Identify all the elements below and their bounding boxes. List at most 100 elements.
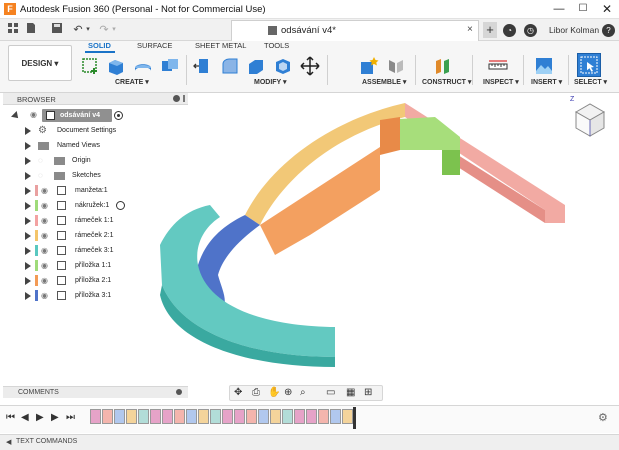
tab-sheet-metal[interactable]: SHEET METAL <box>195 41 246 52</box>
create-menu[interactable]: CREATE ▾ <box>115 78 149 86</box>
pan-icon[interactable]: ✋ <box>268 387 280 398</box>
timeline-feature-icon[interactable] <box>234 409 245 424</box>
visibility-eye-icon[interactable]: ◉ <box>41 291 48 300</box>
visibility-eye-icon[interactable]: ◉ <box>41 231 48 240</box>
expand-root-icon[interactable] <box>11 111 21 121</box>
visibility-eye-icon[interactable]: ◉ <box>41 261 48 270</box>
model-priloska2-end[interactable] <box>380 117 400 155</box>
timeline-feature-icon[interactable] <box>294 409 305 424</box>
expand-icon[interactable] <box>25 172 31 180</box>
expand-icon[interactable] <box>25 142 31 150</box>
model-priloska2[interactable] <box>260 147 380 255</box>
zoom-window-icon[interactable]: ⌕ <box>300 387 306 398</box>
select-menu[interactable]: SELECT ▾ <box>574 78 607 86</box>
timeline-end-icon[interactable]: ⏭ <box>66 412 75 423</box>
save-icon[interactable] <box>50 22 64 38</box>
joint-icon[interactable] <box>386 56 406 76</box>
visibility-eye-icon[interactable]: ◉ <box>41 186 48 195</box>
timeline-feature-icon[interactable] <box>102 409 113 424</box>
timeline-feature-icon[interactable] <box>246 409 257 424</box>
viewport-3d-model[interactable] <box>150 95 570 380</box>
timeline-marker[interactable] <box>353 407 356 429</box>
display-settings-icon[interactable]: ▭ <box>326 387 335 398</box>
visibility-hidden-icon[interactable]: ◌ <box>38 156 43 165</box>
text-commands-expand-icon[interactable]: ◀ <box>6 438 11 446</box>
create-sketch-icon[interactable] <box>80 56 100 76</box>
data-panel-icon[interactable] <box>6 22 20 38</box>
timeline-feature-icon[interactable] <box>318 409 329 424</box>
visibility-eye-icon[interactable]: ◉ <box>30 110 37 119</box>
close-button[interactable]: ✕ <box>596 0 618 18</box>
press-pull-icon[interactable] <box>193 56 213 76</box>
expand-icon[interactable] <box>25 127 31 135</box>
timeline-feature-icon[interactable] <box>222 409 233 424</box>
extrude-icon[interactable] <box>106 56 126 76</box>
expand-icon[interactable] <box>25 217 31 225</box>
timeline-forward-icon[interactable]: ▶ <box>51 412 59 423</box>
model-nakruzek-side[interactable] <box>442 150 460 175</box>
minimize-button[interactable]: — <box>548 0 570 18</box>
add-comment-icon[interactable] <box>176 389 182 395</box>
viewports-icon[interactable]: ⊞ <box>364 387 372 398</box>
timeline-feature-icon[interactable] <box>90 409 101 424</box>
expand-icon[interactable] <box>25 247 31 255</box>
timeline-feature-icon[interactable] <box>174 409 185 424</box>
visibility-eye-icon[interactable]: ◉ <box>41 216 48 225</box>
insert-canvas-icon[interactable] <box>534 56 554 76</box>
timeline-feature-icon[interactable] <box>138 409 149 424</box>
undo-dropdown-icon[interactable]: ▾ <box>84 22 92 38</box>
workspace-switcher[interactable]: DESIGN ▾ <box>8 45 72 81</box>
timeline-play-icon[interactable]: ▶ <box>36 412 44 423</box>
timeline-feature-icon[interactable] <box>162 409 173 424</box>
redo-icon[interactable]: ↷ <box>98 22 110 38</box>
visibility-eye-icon[interactable]: ◉ <box>41 246 48 255</box>
clock-icon[interactable]: ◷ <box>524 24 537 37</box>
expand-icon[interactable] <box>25 292 31 300</box>
expand-icon[interactable] <box>25 157 31 165</box>
orbit-icon[interactable]: ✥ <box>234 387 242 398</box>
timeline-start-icon[interactable]: ⏮ <box>6 412 15 423</box>
timeline-feature-icon[interactable] <box>186 409 197 424</box>
visibility-hidden-icon[interactable]: ◌ <box>38 171 43 180</box>
timeline-feature-icon[interactable] <box>150 409 161 424</box>
activate-radio-icon[interactable] <box>114 111 123 120</box>
zoom-icon[interactable]: ⊕ <box>284 387 292 398</box>
new-component-icon[interactable] <box>359 56 379 76</box>
shell-icon[interactable] <box>273 56 293 76</box>
visibility-eye-icon[interactable]: ◉ <box>41 201 48 210</box>
revolve-icon[interactable] <box>133 56 153 76</box>
combine-icon[interactable] <box>160 56 180 76</box>
fillet-icon[interactable] <box>220 56 240 76</box>
help-icon[interactable]: ? <box>602 24 615 37</box>
undo-icon[interactable]: ↶ <box>72 22 84 38</box>
redo-dropdown-icon[interactable]: ▾ <box>110 22 118 38</box>
expand-icon[interactable] <box>25 232 31 240</box>
timeline-feature-icon[interactable] <box>306 409 317 424</box>
inspect-menu[interactable]: INSPECT ▾ <box>483 78 519 86</box>
timeline-feature-icon[interactable] <box>270 409 281 424</box>
timeline-feature-icon[interactable] <box>342 409 353 424</box>
timeline-settings-icon[interactable]: ⚙ <box>598 411 608 424</box>
timeline-feature-icon[interactable] <box>282 409 293 424</box>
expand-icon[interactable] <box>25 202 31 210</box>
visibility-eye-icon[interactable]: ◉ <box>41 276 48 285</box>
measure-icon[interactable] <box>488 56 508 76</box>
timeline-feature-icon[interactable] <box>126 409 137 424</box>
insert-menu[interactable]: INSERT ▾ <box>531 78 562 86</box>
activate-radio-icon[interactable] <box>116 201 125 210</box>
expand-icon[interactable] <box>25 187 31 195</box>
assemble-menu[interactable]: ASSEMBLE ▾ <box>362 78 406 86</box>
timeline-feature-icon[interactable] <box>258 409 269 424</box>
expand-icon[interactable] <box>25 262 31 270</box>
move-copy-icon[interactable] <box>300 56 320 76</box>
look-at-icon[interactable]: ⎙ <box>252 387 260 398</box>
timeline-feature-icon[interactable] <box>114 409 125 424</box>
tab-surface[interactable]: SURFACE <box>137 41 172 52</box>
tab-tools[interactable]: TOOLS <box>264 41 289 52</box>
modify-menu[interactable]: MODIFY ▾ <box>254 78 287 86</box>
timeline-feature-icon[interactable] <box>198 409 209 424</box>
expand-icon[interactable] <box>25 277 31 285</box>
offset-plane-icon[interactable] <box>433 56 453 76</box>
select-icon[interactable] <box>577 53 601 77</box>
job-status-icon[interactable]: ◔ <box>503 24 516 37</box>
